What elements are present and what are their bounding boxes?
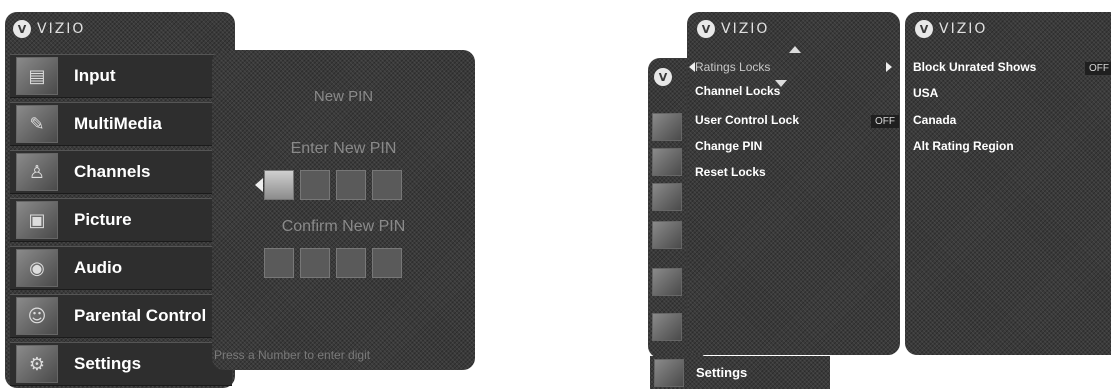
parental-control-icon: ☺ (16, 297, 58, 335)
main-menu-panel: V VIZIO ▤ Input ✎ MultiMedia ♙ Channels … (5, 12, 240, 388)
vizio-logo-mark: V (915, 20, 933, 38)
picture-icon (652, 221, 682, 249)
pin-hint-text: Press a Number to enter digit (214, 348, 371, 362)
vizio-logo-mark: V (654, 68, 672, 86)
ratings-locks-panel: V VIZIO Block Unrated Shows OFF USA Cana… (905, 12, 1111, 355)
channels-icon: ♙ (16, 153, 58, 191)
ratings-item-block-unrated-shows[interactable]: Block Unrated Shows (913, 60, 1036, 74)
multimedia-icon (652, 148, 682, 176)
enter-pin-digit-3[interactable] (336, 170, 366, 200)
audio-icon (652, 268, 682, 296)
vizio-logo-mark: V (697, 20, 715, 38)
user-control-lock-value: OFF (871, 115, 899, 128)
confirm-pin-label: Confirm New PIN (281, 218, 406, 235)
ratings-item-alt-rating-region[interactable]: Alt Rating Region (913, 139, 1014, 153)
menu-item-multimedia[interactable]: ✎ MultiMedia (10, 102, 232, 146)
settings-label: Settings (696, 365, 748, 380)
vizio-logo: V VIZIO (697, 20, 769, 38)
menu-item-label: Picture (74, 210, 132, 229)
ratings-item-usa[interactable]: USA (913, 86, 938, 100)
multimedia-icon: ✎ (16, 105, 58, 143)
enter-pin-digit-4[interactable] (372, 170, 402, 200)
menu-item-parental-control[interactable]: ☺ Parental Control (10, 294, 240, 338)
locks-item-user-control-lock[interactable]: User Control Lock (695, 113, 799, 127)
locks-item-channel-locks[interactable]: Channel Locks (695, 84, 780, 98)
vizio-logo-text: VIZIO (721, 21, 770, 37)
confirm-pin-row (264, 248, 402, 278)
new-pin-title: New PIN (313, 88, 374, 105)
settings-icon (654, 359, 684, 387)
scroll-down-icon[interactable] (775, 80, 787, 87)
vizio-logo-text: VIZIO (37, 21, 86, 37)
locks-item-ratings-locks[interactable]: Ratings Locks (695, 60, 770, 74)
menu-item-label: Settings (74, 354, 142, 373)
menu-item-label: MultiMedia (74, 114, 162, 133)
menu-item-audio[interactable]: ◉ Audio (10, 246, 232, 290)
settings-menu-item[interactable]: Settings (650, 356, 830, 389)
menu-item-picture[interactable]: ▣ Picture (10, 198, 232, 242)
confirm-pin-digit-3[interactable] (336, 248, 366, 278)
new-pin-dialog: New PIN Enter New PIN Confirm New PIN Pr… (212, 50, 475, 370)
chevron-left-icon (255, 178, 263, 192)
chevron-right-icon (886, 62, 892, 72)
vizio-logo-mark: V (13, 20, 31, 38)
input-icon (652, 113, 682, 141)
confirm-pin-digit-1[interactable] (264, 248, 294, 278)
locks-menu-panel: V VIZIO Ratings Locks Channel Locks User… (687, 12, 900, 355)
menu-item-label: Input (74, 66, 116, 85)
confirm-pin-digit-2[interactable] (300, 248, 330, 278)
menu-item-channels[interactable]: ♙ Channels (10, 150, 232, 194)
input-icon: ▤ (16, 57, 58, 95)
ratings-item-canada[interactable]: Canada (913, 113, 956, 127)
confirm-pin-digit-4[interactable] (372, 248, 402, 278)
scroll-up-icon[interactable] (789, 46, 801, 53)
enter-pin-digit-1[interactable] (264, 170, 294, 200)
locks-item-change-pin[interactable]: Change PIN (695, 139, 762, 153)
enter-pin-label: Enter New PIN (290, 140, 397, 157)
menu-item-label: Channels (74, 162, 151, 181)
vizio-logo-text: VIZIO (939, 21, 988, 37)
enter-pin-digit-2[interactable] (300, 170, 330, 200)
enter-pin-row (264, 170, 402, 200)
menu-item-settings[interactable]: ⚙ Settings (10, 342, 232, 386)
parental-control-icon (652, 313, 682, 341)
picture-icon: ▣ (16, 201, 58, 239)
menu-item-input[interactable]: ▤ Input (10, 54, 232, 98)
vizio-logo: V VIZIO (13, 20, 85, 38)
locks-item-reset-locks[interactable]: Reset Locks (695, 165, 766, 179)
audio-icon: ◉ (16, 249, 58, 287)
settings-icon: ⚙ (16, 345, 58, 383)
block-unrated-shows-value: OFF (1085, 62, 1111, 75)
menu-item-label: Audio (74, 258, 123, 277)
channels-icon (652, 183, 682, 211)
vizio-logo: V VIZIO (915, 20, 987, 38)
menu-item-label: Parental Control (74, 306, 207, 325)
